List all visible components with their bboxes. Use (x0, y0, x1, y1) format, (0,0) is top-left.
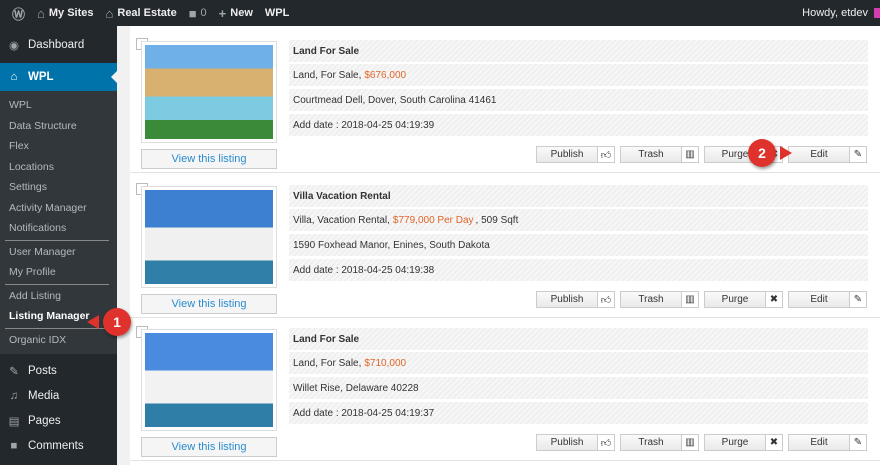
callout-badge-1: 1 (87, 308, 131, 336)
my-sites-menu[interactable]: ⌂ My Sites (37, 6, 94, 21)
trash-icon: ▥ (681, 435, 698, 450)
listing-item: View this listing Villa Vacation Rental … (130, 177, 880, 318)
trash-button[interactable]: Trash ▥ (620, 291, 699, 308)
edit-button[interactable]: Edit ✎ (788, 434, 867, 451)
sidebar-item-posts[interactable]: ✎ Posts (0, 358, 117, 383)
edit-icon: ✎ (849, 292, 866, 307)
listing-photo[interactable] (141, 186, 277, 288)
edit-icon: ✎ (849, 147, 866, 162)
submenu-notifications[interactable]: Notifications (0, 218, 117, 239)
listing-price: $676,000 (364, 69, 407, 81)
trash-button[interactable]: Trash ▥ (620, 434, 699, 451)
publish-button[interactable]: Publish 👍︎ (536, 146, 615, 163)
listing-photo[interactable] (141, 329, 277, 431)
publish-button[interactable]: Publish 👍︎ (536, 434, 615, 451)
listing-price: $779,000 Per Day (392, 214, 474, 226)
view-listing-button[interactable]: View this listing (141, 437, 277, 457)
home-icon: ⌂ (105, 5, 114, 21)
howdy-user[interactable]: Howdy, etdev (802, 7, 868, 19)
submenu-add-listing[interactable]: Add Listing (0, 286, 117, 307)
wpl-menu[interactable]: WPL (265, 7, 289, 19)
edit-icon: ✎ (849, 435, 866, 450)
comments-menu[interactable]: ■ 0 (189, 6, 207, 21)
listing-date: Add date : 2018-04-25 04:19:39 (289, 114, 868, 136)
admin-sidebar: ◉ Dashboard ⌂ WPL WPL Data Structure Flex … (0, 26, 117, 465)
close-icon: ✖ (765, 292, 782, 307)
listing-address: Courtmead Dell, Dover, South Carolina 41… (289, 89, 868, 111)
sidebar-item-comments[interactable]: ■ Comments (0, 433, 117, 458)
close-icon: ✖ (765, 435, 782, 450)
trash-icon: ▥ (681, 292, 698, 307)
submenu-my-profile[interactable]: My Profile (0, 262, 117, 283)
submenu-wpl[interactable]: WPL (0, 95, 117, 116)
listing-type: Land, For Sale, $676,000 (289, 64, 868, 86)
edit-button[interactable]: Edit ✎ (788, 291, 867, 308)
listing-address: 1590 Foxhead Manor, Enines, South Dakota (289, 234, 868, 256)
submenu-activity-manager[interactable]: Activity Manager (0, 198, 117, 219)
dashboard-icon: ◉ (8, 39, 20, 52)
sidebar-item-media[interactable]: ♫ Media (0, 383, 117, 408)
trash-button[interactable]: Trash ▥ (620, 146, 699, 163)
listing-title: Land For Sale (289, 328, 868, 350)
sites-icon: ⌂ (37, 5, 45, 21)
purge-button[interactable]: Purge✖ (704, 291, 783, 308)
listing-type: Land, For Sale, $710,000 (289, 352, 868, 374)
sidebar-item-wpl[interactable]: ⌂ WPL (0, 63, 117, 91)
view-listing-button[interactable]: View this listing (141, 294, 277, 314)
listing-address: Willet Rise, Delaware 40228 (289, 377, 868, 399)
listing-price: $710,000 (364, 357, 407, 369)
avatar[interactable] (874, 8, 880, 18)
listing-photo[interactable] (141, 41, 277, 143)
listing-date: Add date : 2018-04-25 04:19:38 (289, 259, 868, 281)
submenu-flex[interactable]: Flex (0, 136, 117, 157)
thumbs-up-icon: 👍︎ (597, 147, 614, 162)
listing-type: Villa, Vacation Rental, $779,000 Per Day,… (289, 209, 868, 231)
view-listing-button[interactable]: View this listing (141, 149, 277, 169)
listing-image (145, 190, 273, 284)
sidebar-item-dashboard[interactable]: ◉ Dashboard (0, 32, 117, 57)
sidebar-item-pages[interactable]: ▤ Pages (0, 408, 117, 433)
callout-badge-2: 2 (748, 139, 792, 167)
listing-title: Villa Vacation Rental (289, 185, 868, 207)
publish-button[interactable]: Publish 👍︎ (536, 291, 615, 308)
pages-icon: ▤ (8, 415, 20, 428)
submenu-listing-manager[interactable]: Listing Manager (0, 306, 117, 327)
listing-title: Land For Sale (289, 40, 868, 62)
comment-icon: ■ (188, 5, 197, 21)
listing-image (145, 45, 273, 139)
site-menu[interactable]: ⌂ Real Estate (106, 6, 177, 21)
submenu-organic-idx[interactable]: Organic IDX (0, 330, 117, 351)
submenu-data-structure[interactable]: Data Structure (0, 116, 117, 137)
pin-icon: ✎ (9, 365, 19, 378)
listing-item: View this listing Land For Sale Land, Fo… (130, 320, 880, 461)
submenu-locations[interactable]: Locations (0, 157, 117, 178)
trash-icon: ▥ (681, 147, 698, 162)
plus-icon: + (218, 5, 227, 21)
thumbs-up-icon: 👍︎ (597, 435, 614, 450)
new-menu[interactable]: + New (219, 6, 253, 21)
wpl-icon: ⌂ (10, 71, 18, 83)
listing-date: Add date : 2018-04-25 04:19:37 (289, 402, 868, 424)
listing-image (145, 333, 273, 427)
edit-button[interactable]: Edit ✎ (788, 146, 867, 163)
wpl-submenu: WPL Data Structure Flex Locations Settin… (0, 91, 117, 354)
comment-icon: ■ (10, 439, 18, 452)
media-icon: ♫ (9, 389, 19, 402)
wordpress-logo-icon[interactable]: Ⓦ (12, 4, 25, 23)
admin-bar: Ⓦ ⌂ My Sites ⌂ Real Estate ■ 0 + New WPL How… (0, 0, 880, 26)
purge-button[interactable]: Purge✖ (704, 434, 783, 451)
submenu-user-manager[interactable]: User Manager (0, 242, 117, 263)
divider (5, 283, 109, 285)
submenu-settings[interactable]: Settings (0, 177, 117, 198)
divider (5, 239, 109, 241)
thumbs-up-icon: 👍︎ (597, 292, 614, 307)
